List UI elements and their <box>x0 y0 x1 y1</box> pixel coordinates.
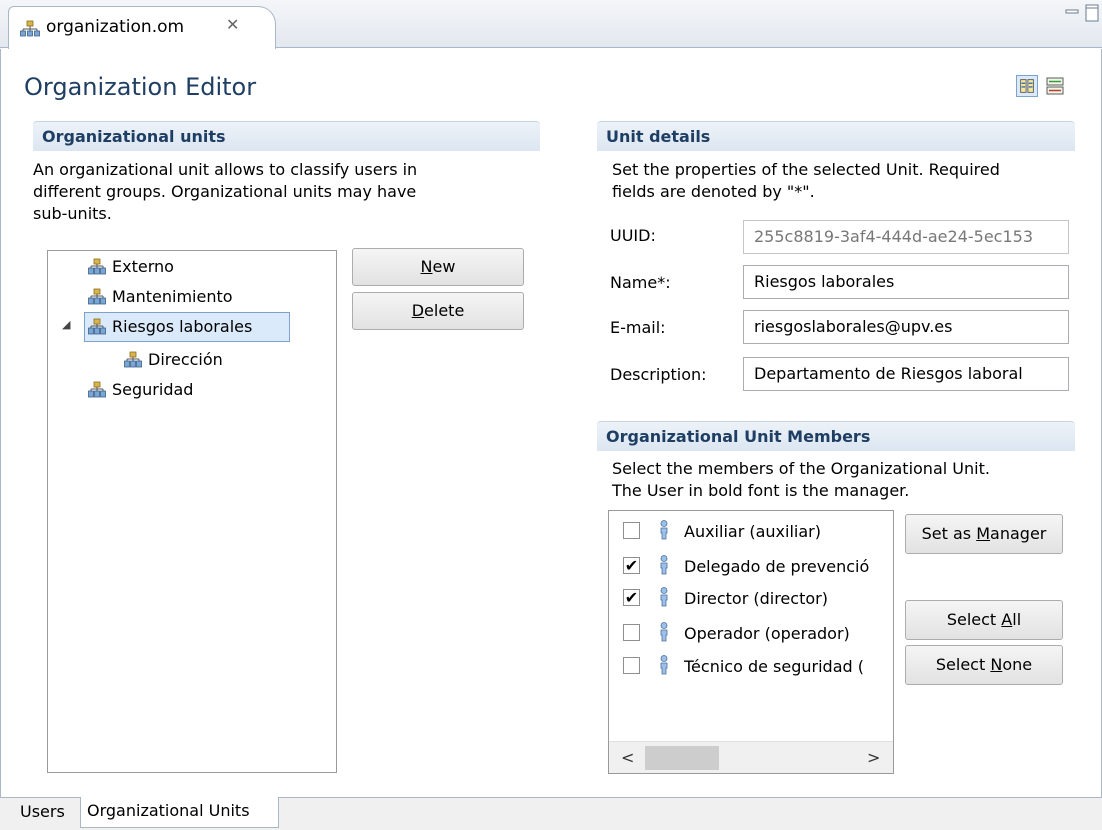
org-unit-icon <box>88 381 106 398</box>
members-section-header: Organizational Unit Members <box>597 421 1075 451</box>
member-row-delegado[interactable]: ✔ Delegado de prevenció <box>614 549 892 582</box>
name-field[interactable]: Riesgos laborales <box>743 265 1069 299</box>
member-label: Director (director) <box>684 589 828 608</box>
member-row-auxiliar[interactable]: Auxiliar (auxiliar) <box>614 516 892 549</box>
name-label: Name*: <box>610 273 671 292</box>
select-all-button[interactable]: Select All <box>905 600 1063 640</box>
tree-item-seguridad[interactable]: Seguridad <box>86 376 286 404</box>
scroll-left-icon[interactable]: < <box>621 748 634 767</box>
uuid-field: 255c8819-3af4-444d-ae24-5ec153 <box>743 220 1069 254</box>
user-icon <box>660 555 668 575</box>
org-unit-icon <box>88 318 106 335</box>
uuid-label: UUID: <box>610 226 656 245</box>
member-row-director[interactable]: ✔ Director (director) <box>614 583 892 616</box>
member-checkbox-checked[interactable]: ✔ <box>623 589 640 606</box>
member-label: Técnico de seguridad ( <box>684 657 864 676</box>
unit-details-section-header: Unit details <box>597 121 1075 151</box>
org-unit-icon <box>124 351 142 368</box>
tab-users[interactable]: Users <box>14 798 71 829</box>
member-label: Delegado de prevenció <box>684 557 870 576</box>
editor-tab-label[interactable]: organization.om <box>46 17 184 37</box>
member-checkbox[interactable] <box>623 522 640 539</box>
email-label: E-mail: <box>610 318 666 337</box>
member-label: Operador (operador) <box>684 624 850 643</box>
members-description-line-1: Select the members of the Organizational… <box>612 459 990 478</box>
tree-item-mantenimiento[interactable]: Mantenimiento <box>86 283 286 311</box>
horizontal-layout-icon[interactable] <box>1016 75 1038 97</box>
select-none-text-end: one <box>1002 655 1033 674</box>
maximize-icon[interactable] <box>1085 4 1099 22</box>
expand-triangle-icon[interactable]: ◢ <box>62 318 70 331</box>
scrollbar-thumb[interactable] <box>645 746 719 770</box>
user-icon <box>660 622 668 642</box>
select-all-mnemonic: A <box>1001 610 1013 629</box>
tab-organizational-units[interactable]: Organizational Units <box>80 797 279 828</box>
members-horizontal-scrollbar[interactable]: < > <box>609 741 893 773</box>
description-field[interactable]: Departamento de Riesgos laboral <box>743 357 1069 391</box>
select-none-button[interactable]: Select None <box>905 645 1063 685</box>
delete-button[interactable]: Delete <box>352 292 524 330</box>
tree-item-riesgos-laborales[interactable]: Riesgos laborales <box>84 312 290 342</box>
org-units-description-line-3: sub-units. <box>33 204 112 223</box>
minimize-icon[interactable] <box>1064 4 1080 20</box>
member-checkbox[interactable] <box>623 657 640 674</box>
new-button-mnemonic: N <box>420 257 433 276</box>
select-none-text: Select <box>935 655 991 674</box>
member-row-operador[interactable]: Operador (operador) <box>614 617 892 650</box>
user-icon <box>660 520 668 540</box>
unit-details-description-line-1: Set the properties of the selected Unit.… <box>612 160 1000 179</box>
org-unit-icon <box>88 258 106 275</box>
page-title: Organization Editor <box>24 73 257 101</box>
close-icon[interactable]: ✕ <box>226 15 239 34</box>
unit-details-description-line-2: fields are denoted by "*". <box>612 182 815 201</box>
member-row-tecnico[interactable]: Técnico de seguridad ( <box>614 650 892 683</box>
set-as-manager-text: Set as <box>921 524 977 543</box>
member-checkbox-checked[interactable]: ✔ <box>623 557 640 574</box>
org-units-description-line-2: different groups. Organizational units m… <box>33 182 417 201</box>
user-icon <box>660 655 668 675</box>
user-icon <box>660 587 668 607</box>
member-label: Auxiliar (auxiliar) <box>684 522 821 541</box>
delete-button-mnemonic: D <box>411 301 425 320</box>
tree-item-label: Seguridad <box>112 380 194 399</box>
tree-item-label: Riesgos laborales <box>112 317 253 336</box>
set-as-manager-button[interactable]: Set as Manager <box>905 514 1063 554</box>
org-unit-icon <box>88 288 106 305</box>
set-as-manager-text-end: anager <box>990 524 1047 543</box>
members-description-line-2: The User in bold font is the manager. <box>612 481 910 500</box>
org-units-section-header: Organizational units <box>33 121 540 151</box>
member-checkbox[interactable] <box>623 624 640 641</box>
new-button[interactable]: New <box>352 248 524 286</box>
vertical-layout-icon[interactable] <box>1044 75 1066 97</box>
select-none-mnemonic: N <box>990 655 1003 674</box>
delete-button-label: elete <box>424 301 465 320</box>
select-all-text-end: ll <box>1012 610 1022 629</box>
email-field[interactable]: riesgoslaborales@upv.es <box>743 310 1069 344</box>
org-units-description-line-1: An organizational unit allows to classif… <box>33 160 418 179</box>
tree-item-label: Externo <box>112 257 174 276</box>
new-button-label: ew <box>432 257 456 276</box>
organization-icon <box>20 20 40 37</box>
tree-item-externo[interactable]: Externo <box>86 253 286 281</box>
tree-item-label: Mantenimiento <box>112 287 233 306</box>
description-label: Description: <box>610 365 707 384</box>
tree-item-label: Dirección <box>148 350 223 369</box>
scroll-right-icon[interactable]: > <box>867 748 880 767</box>
set-as-manager-mnemonic: M <box>976 524 991 543</box>
select-all-text: Select <box>946 610 1002 629</box>
tree-item-direccion[interactable]: Dirección <box>122 346 292 374</box>
